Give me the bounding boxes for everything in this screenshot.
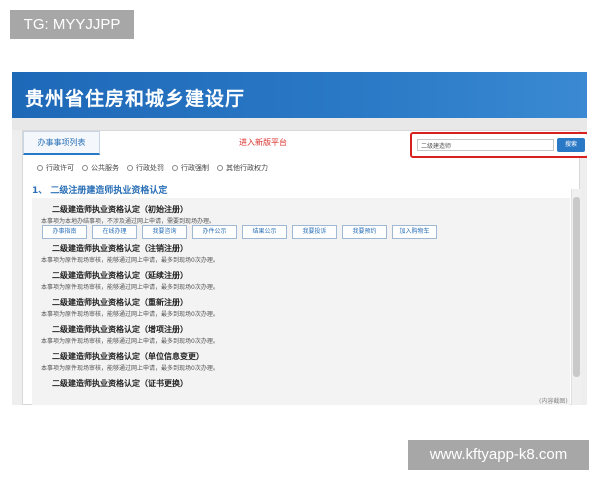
scrollbar-thumb[interactable] — [573, 197, 580, 377]
consult-button[interactable]: 我要咨询 — [142, 225, 187, 239]
watermark-bottom: www.kftyapp-k8.com — [408, 440, 589, 470]
filter-radios: 行政许可 公共服务 行政处罚 行政强制 其他行政权力 — [37, 163, 268, 173]
list-item-title[interactable]: 二级建造师执业资格认定（初始注册） — [52, 204, 188, 215]
list-item-desc: 本事项为原件现场审核，能够通过网上申请，最多到现场0次办理。 — [41, 284, 219, 291]
search-button[interactable]: 搜索 — [557, 138, 585, 152]
site-banner: 贵州省住房和城乡建设厅 — [12, 72, 587, 118]
filter-label: 其他行政权力 — [226, 164, 268, 172]
radio-icon — [82, 165, 88, 171]
filter-label: 行政强制 — [181, 164, 209, 172]
case-publicity-button[interactable]: 办件公示 — [192, 225, 237, 239]
banner-divider — [12, 118, 587, 130]
radio-icon — [172, 165, 178, 171]
service-list: 二级建造师执业资格认定（初始注册） 本事项为本地办结事项，不涉及通过网上申请，需… — [32, 198, 570, 405]
online-apply-button[interactable]: 在线办理 — [92, 225, 137, 239]
filter-option[interactable]: 行政许可 — [37, 163, 74, 173]
radio-icon — [127, 165, 133, 171]
filter-option[interactable]: 行政处罚 — [127, 163, 164, 173]
new-platform-link[interactable]: 进入新版平台 — [239, 137, 287, 148]
zoom-note: (内容截图) — [539, 398, 568, 405]
list-item-title[interactable]: 二级建造师执业资格认定（注销注册） — [52, 243, 188, 254]
action-button-row: 办事指南 在线办理 我要咨询 办件公示 结果公示 我要投诉 我要预约 加入购物车 — [42, 225, 437, 239]
add-to-cart-button[interactable]: 加入购物车 — [392, 225, 437, 239]
appointment-button[interactable]: 我要预约 — [342, 225, 387, 239]
result-publicity-button[interactable]: 结果公示 — [242, 225, 287, 239]
list-item-title[interactable]: 二级建造师执业资格认定（证书更换） — [52, 378, 188, 389]
list-item-title[interactable]: 二级建造师执业资格认定（延续注册） — [52, 270, 188, 281]
guide-button[interactable]: 办事指南 — [42, 225, 87, 239]
filter-label: 公共服务 — [91, 164, 119, 172]
tab-item-list[interactable]: 办事事项列表 — [23, 131, 100, 155]
filter-option[interactable]: 公共服务 — [82, 163, 119, 173]
filter-label: 行政处罚 — [136, 164, 164, 172]
list-item-desc: 本事项为原件现场审核，能够通过网上申请，最多到现场0次办理。 — [41, 311, 219, 318]
list-item-desc: 本事项为本地办结事项，不涉及通过网上申请，需要到现场办理。 — [41, 218, 216, 225]
scrollbar[interactable] — [571, 189, 581, 405]
search-area: 搜索 — [410, 132, 587, 158]
radio-icon — [217, 165, 223, 171]
list-item-desc: 本事项为原件现场审核，能够通过网上申请，最多到现场0次办理。 — [41, 365, 219, 372]
list-item-desc: 本事项为原件现场审核，能够通过网上申请，最多到现场0次办理。 — [41, 338, 219, 345]
watermark-top: TG: MYYJJPP — [10, 10, 134, 39]
list-item-desc: 本事项为原件现场审核，能够通过网上申请，最多到现场0次办理。 — [41, 257, 219, 264]
filter-label: 行政许可 — [46, 164, 74, 172]
site-title: 贵州省住房和城乡建设厅 — [25, 88, 246, 110]
section-title[interactable]: 1、 二级注册建造师执业资格认定 — [32, 183, 167, 196]
radio-icon — [37, 165, 43, 171]
filter-option[interactable]: 其他行政权力 — [217, 163, 268, 173]
list-item-title[interactable]: 二级建造师执业资格认定（增项注册） — [52, 324, 188, 335]
list-item-title[interactable]: 二级建造师执业资格认定（单位信息变更） — [52, 351, 204, 362]
search-input[interactable] — [417, 139, 554, 151]
screenshot-frame: 贵州省住房和城乡建设厅 办事事项列表 进入新版平台 搜索 行政许可 公共服务 行… — [12, 72, 587, 405]
filter-option[interactable]: 行政强制 — [172, 163, 209, 173]
complaint-button[interactable]: 我要投诉 — [292, 225, 337, 239]
main-panel: 办事事项列表 进入新版平台 搜索 行政许可 公共服务 行政处罚 行政强制 其他行… — [22, 130, 587, 405]
list-item-title[interactable]: 二级建造师执业资格认定（重新注册） — [52, 297, 188, 308]
